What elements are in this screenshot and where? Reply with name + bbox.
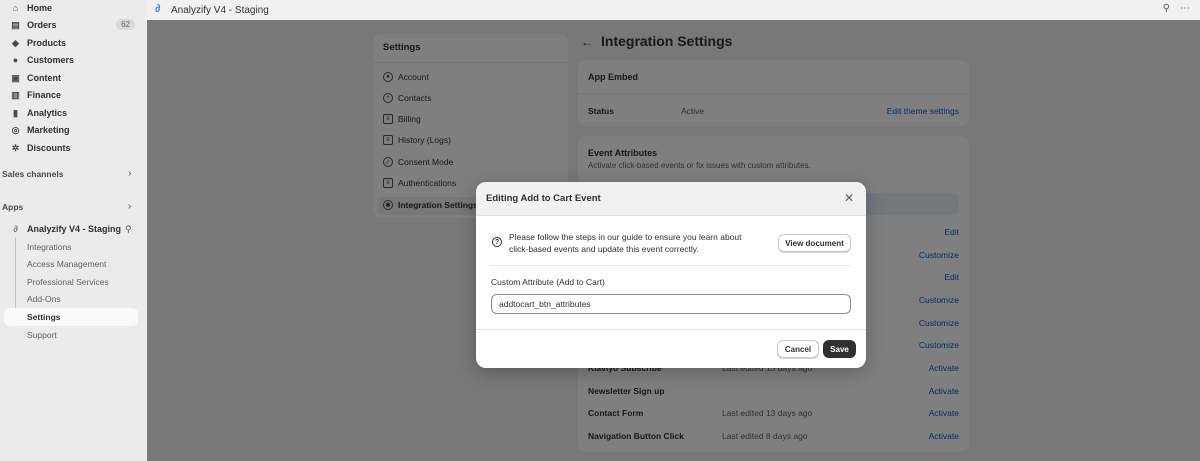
pin-icon[interactable]: ⚲ (1163, 3, 1170, 14)
divider (476, 215, 866, 216)
info-text: Please follow the steps in our guide to … (509, 232, 742, 254)
apps-label[interactable]: Apps (2, 202, 23, 212)
save-button[interactable]: Save (823, 340, 856, 358)
chevron-right-icon[interactable]: › (128, 201, 131, 212)
tree-line (15, 238, 21, 318)
active-highlight (4, 308, 138, 326)
app-logo-icon: ∂ (155, 3, 161, 15)
sidebar-subitem-add-ons[interactable]: Add-Ons (27, 291, 61, 307)
sidebar-subitem-integrations[interactable]: Integrations (27, 239, 71, 255)
sidebar-item-finance[interactable]: ▥ Finance (10, 87, 61, 103)
modal-title: Editing Add to Cart Event (486, 193, 601, 204)
app-logo-icon: ∂ (13, 224, 18, 234)
sidebar-item-content[interactable]: ▣ Content (10, 70, 61, 86)
edit-event-modal: Editing Add to Cart Event ✕ ? Please fol… (476, 182, 866, 368)
bar-chart-icon: ▮ (13, 107, 18, 118)
person-icon: ● (12, 55, 19, 65)
home-icon: ⌂ (12, 3, 19, 13)
cancel-button[interactable]: Cancel (777, 340, 819, 358)
help-icon: ? (492, 237, 502, 247)
more-icon[interactable]: ⋯ (1180, 3, 1190, 14)
bank-icon: ▥ (11, 89, 20, 100)
custom-attribute-label: Custom Attribute (Add to Cart) (491, 277, 605, 287)
sidebar-item-home[interactable]: ⌂ Home (10, 0, 52, 16)
app-topbar: ∂ Analyzify V4 - Staging ⚲ ⋯ (147, 0, 1200, 20)
chevron-right-icon[interactable]: › (128, 168, 131, 179)
app-title: Analyzify V4 - Staging (171, 4, 269, 16)
sidebar: ⌂ Home ▤ Orders 62 ◆ Products ● Customers ▣ C… (0, 0, 147, 461)
sales-channels-label[interactable]: Sales channels (2, 169, 63, 179)
sidebar-item-analytics[interactable]: ▮ Analytics (10, 105, 67, 121)
sidebar-subitem-support[interactable]: Support (27, 327, 57, 343)
sidebar-subitem-access-management[interactable]: Access Management (27, 256, 106, 272)
sidebar-item-products[interactable]: ◆ Products (10, 35, 66, 51)
sidebar-subitem-professional-services[interactable]: Professional Services (27, 274, 109, 290)
sidebar-item-discounts[interactable]: ✲ Discounts (10, 140, 71, 156)
tag-icon: ◆ (12, 37, 19, 48)
target-icon: ◎ (11, 124, 20, 135)
pin-icon[interactable]: ⚲ (125, 224, 132, 235)
sidebar-item-orders[interactable]: ▤ Orders (10, 17, 56, 33)
divider (490, 265, 852, 266)
sidebar-item-app[interactable]: ∂ Analyzify V4 - Staging (10, 221, 121, 237)
sidebar-item-customers[interactable]: ● Customers (10, 52, 74, 68)
topbar-actions: ⚲ ⋯ (1163, 3, 1190, 14)
custom-attribute-input[interactable] (491, 294, 851, 314)
divider (476, 329, 866, 330)
sidebar-item-marketing[interactable]: ◎ Marketing (10, 122, 70, 138)
discount-icon: ✲ (11, 142, 20, 153)
view-document-button[interactable]: View document (778, 234, 851, 252)
close-icon[interactable]: ✕ (844, 191, 854, 205)
orders-badge: 62 (116, 19, 135, 30)
content-icon: ▣ (11, 72, 20, 83)
sidebar-subitem-settings[interactable]: Settings (27, 309, 61, 325)
orders-icon: ▤ (11, 19, 20, 30)
